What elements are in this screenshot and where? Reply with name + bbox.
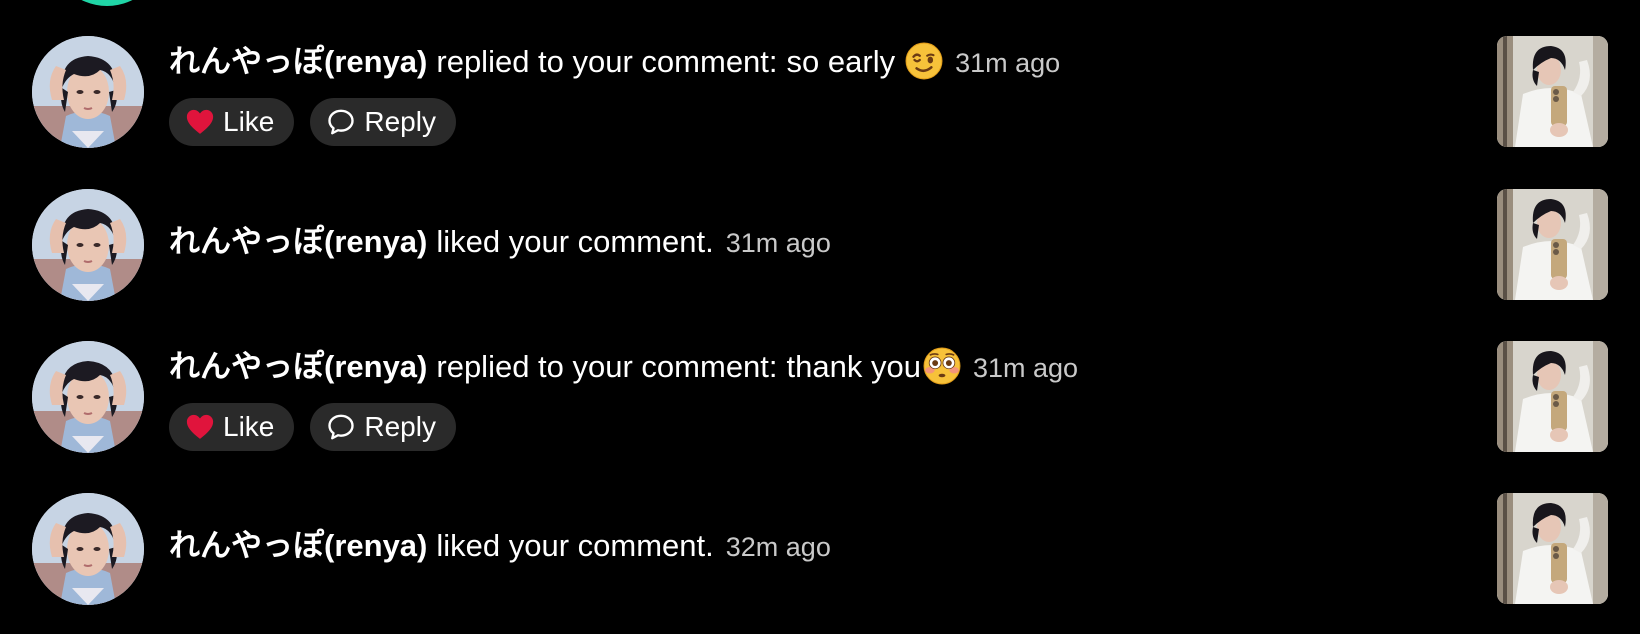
- post-thumbnail[interactable]: [1497, 36, 1608, 147]
- avatar[interactable]: [32, 36, 144, 148]
- notification-text: れんやっぽ(renya) replied to your comment: so…: [169, 42, 1060, 80]
- like-label: Like: [223, 106, 275, 137]
- comment-text: so early: [786, 43, 896, 79]
- post-thumbnail[interactable]: [1497, 341, 1608, 452]
- notification-content: れんやっぽ(renya) liked your comment. 31m ago: [169, 226, 831, 257]
- username[interactable]: れんやっぽ(renya): [169, 351, 427, 382]
- notification-text: れんやっぽ(renya) replied to your comment: th…: [169, 347, 1078, 385]
- username[interactable]: れんやっぽ(renya): [169, 46, 427, 77]
- speech-bubble-icon: [326, 412, 356, 442]
- notification-item[interactable]: れんやっぽ(renya) liked your comment. 31m ago: [0, 189, 1640, 301]
- notification-item[interactable]: れんやっぽ(renya) replied to your comment: th…: [0, 341, 1640, 453]
- activity-notifications-screen: れんやっぽ(renya) replied to your comment: so…: [0, 0, 1640, 634]
- speech-bubble-icon: [326, 107, 356, 137]
- action-text: replied to your comment:: [436, 43, 778, 79]
- post-thumbnail[interactable]: [1497, 493, 1608, 604]
- notification-text: れんやっぽ(renya) liked your comment. 31m ago: [169, 226, 831, 257]
- avatar[interactable]: [32, 341, 144, 453]
- notification-content: れんやっぽ(renya) liked your comment. 32m ago: [169, 530, 831, 561]
- reply-button[interactable]: Reply: [310, 98, 456, 146]
- notification-content: れんやっぽ(renya) replied to your comment: th…: [169, 347, 1078, 451]
- action-text: liked your comment.: [436, 528, 714, 563]
- post-thumbnail[interactable]: [1497, 189, 1608, 300]
- reply-button[interactable]: Reply: [310, 403, 456, 451]
- notification-text: れんやっぽ(renya) liked your comment. 32m ago: [169, 530, 831, 561]
- heart-icon: [185, 412, 215, 442]
- action-text: replied to your comment:: [436, 348, 778, 384]
- avatar[interactable]: [32, 189, 144, 301]
- timestamp: 32m ago: [725, 532, 831, 562]
- timestamp: 31m ago: [972, 352, 1079, 383]
- notification-item[interactable]: れんやっぽ(renya) liked your comment. 32m ago: [0, 493, 1640, 605]
- username[interactable]: れんやっぽ(renya): [169, 530, 427, 561]
- notification-content: れんやっぽ(renya) replied to your comment: so…: [169, 42, 1060, 146]
- comment-text: thank you: [786, 348, 921, 384]
- timestamp: 31m ago: [725, 228, 831, 258]
- reply-label: Reply: [364, 106, 436, 137]
- heart-icon: [185, 107, 215, 137]
- avatar[interactable]: [32, 493, 144, 605]
- like-button[interactable]: Like: [169, 403, 295, 451]
- notification-actions: Like Reply: [169, 403, 1078, 451]
- username[interactable]: れんやっぽ(renya): [169, 226, 427, 257]
- action-text: liked your comment.: [436, 224, 714, 259]
- reply-label: Reply: [364, 411, 436, 442]
- like-button[interactable]: Like: [169, 98, 295, 146]
- notification-actions: Like Reply: [169, 98, 1060, 146]
- flushed-face-emoji: [923, 347, 961, 385]
- notification-item[interactable]: れんやっぽ(renya) replied to your comment: so…: [0, 36, 1640, 148]
- timestamp: 31m ago: [955, 47, 1061, 78]
- previous-notification-avatar[interactable]: [50, 0, 164, 6]
- winking-face-emoji: [905, 42, 943, 80]
- like-label: Like: [223, 411, 275, 442]
